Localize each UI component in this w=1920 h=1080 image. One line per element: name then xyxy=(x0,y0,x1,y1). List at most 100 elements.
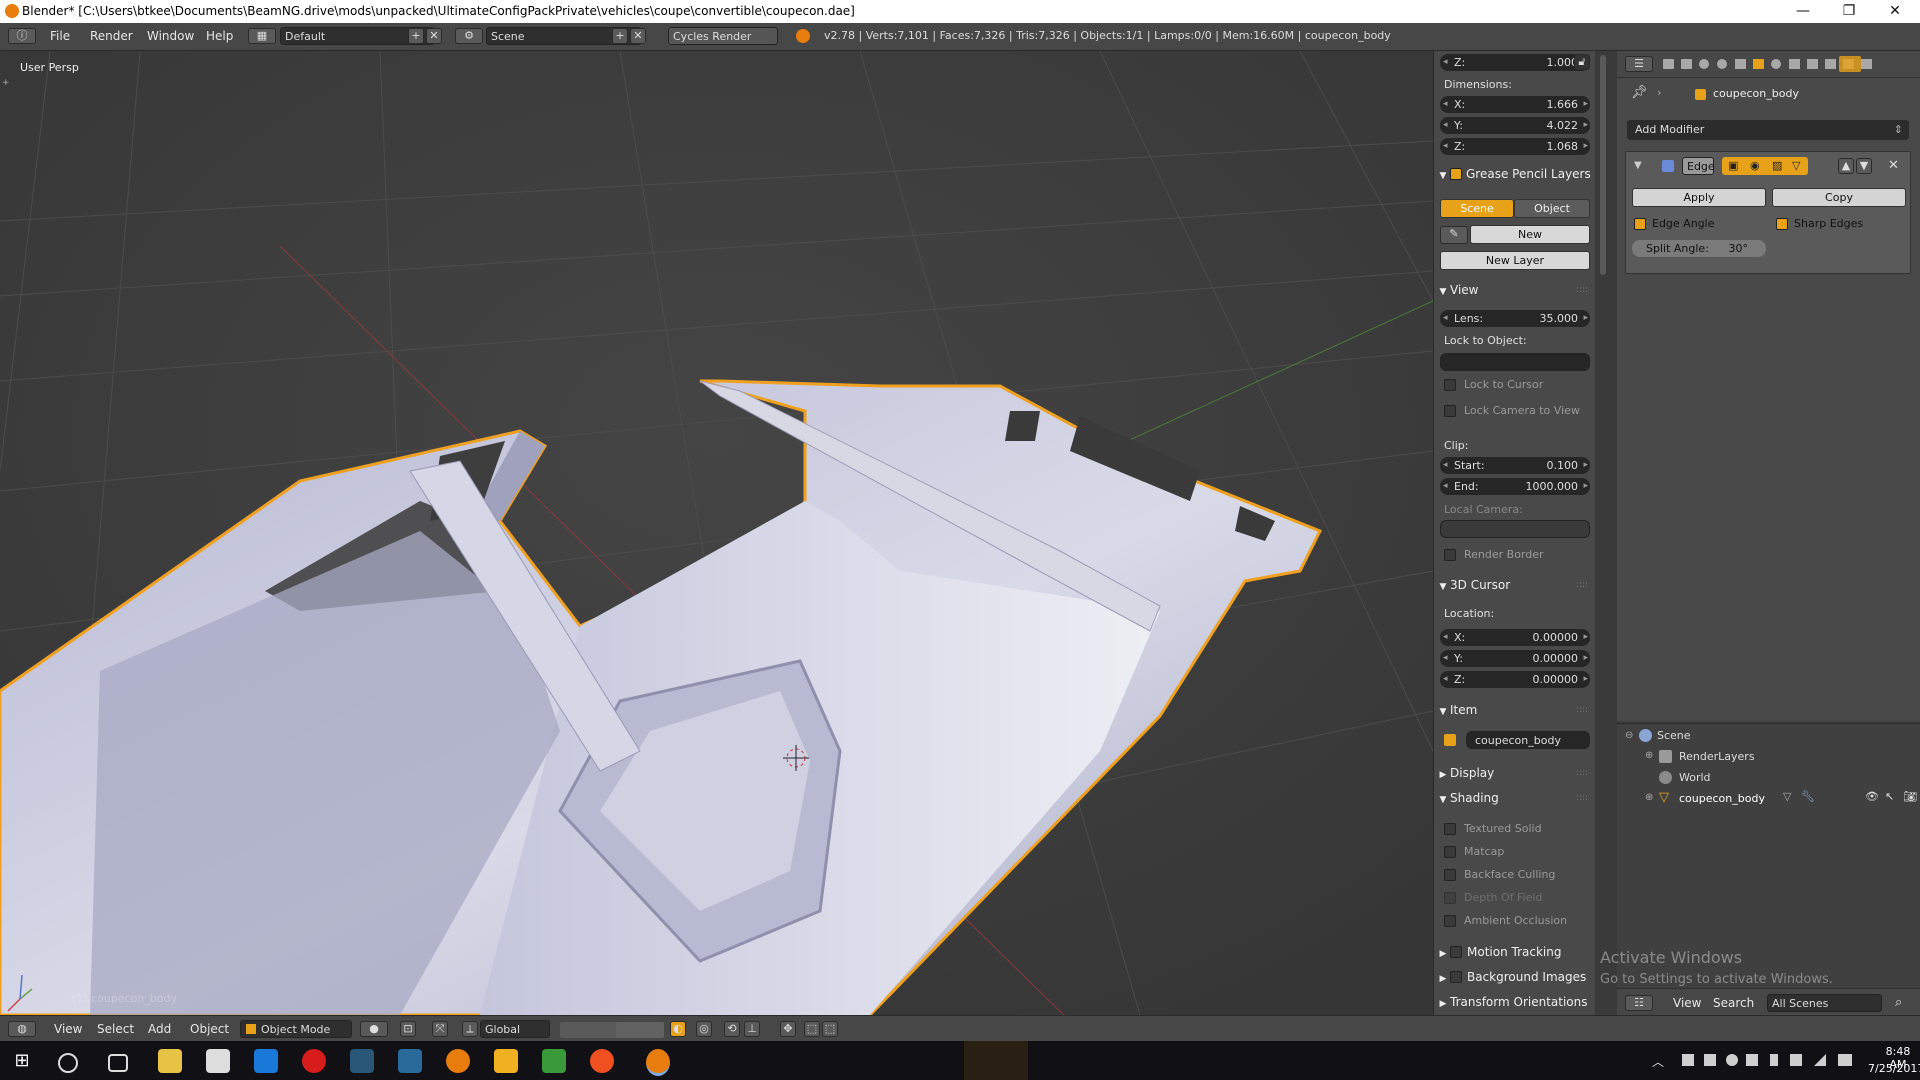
edge-angle-checkbox[interactable] xyxy=(1634,218,1646,230)
cursor-y-field[interactable]: Y:0.00000 xyxy=(1440,650,1590,667)
ambient-occlusion-checkbox[interactable] xyxy=(1444,915,1456,927)
background-images-panel-header[interactable]: ▶ Background Images xyxy=(1436,967,1594,987)
depth-of-field-checkbox[interactable] xyxy=(1444,892,1456,904)
menu-render[interactable]: Render xyxy=(90,29,133,43)
screen-layout-icon[interactable]: ▦ xyxy=(248,28,276,44)
mesh-data-icon[interactable]: ▽ xyxy=(1783,790,1791,803)
store-icon[interactable] xyxy=(206,1049,230,1073)
selectable-cursor-icon[interactable]: ↖ xyxy=(1885,790,1894,803)
pin-icon[interactable]: 📌︎ xyxy=(1631,85,1648,100)
dimension-y-field[interactable]: Y:4.022 xyxy=(1440,117,1590,134)
display-panel-header[interactable]: ▶ Display:::: xyxy=(1436,763,1594,783)
copy-button[interactable]: Copy xyxy=(1772,188,1906,207)
layers-grid-icon[interactable] xyxy=(616,1022,664,1038)
outliner-filter-select[interactable]: All Scenes xyxy=(1767,994,1882,1012)
render-preview-icon[interactable]: ⬚ xyxy=(804,1021,820,1037)
dimension-x-field[interactable]: X:1.666 xyxy=(1440,96,1590,113)
blender-active-icon[interactable] xyxy=(646,1049,670,1076)
transform-icon[interactable]: ⟂ xyxy=(462,1021,478,1037)
motion-tracking-panel-header[interactable]: ▶ Motion Tracking xyxy=(1436,942,1594,962)
grease-pencil-new-button[interactable]: New xyxy=(1470,225,1590,244)
scene-icon[interactable]: ⚙ xyxy=(455,28,483,44)
menu-add[interactable]: Add xyxy=(148,1022,171,1036)
minimize-button[interactable]: — xyxy=(1780,0,1826,23)
menu-window[interactable]: Window xyxy=(147,29,194,43)
remove-modifier-icon[interactable]: ✕ xyxy=(1888,158,1899,173)
render-animation-icon[interactable]: ⬚ xyxy=(822,1021,838,1037)
close-window-button[interactable]: ✕ xyxy=(1872,0,1918,23)
sharp-edges-checkbox[interactable] xyxy=(1776,218,1788,230)
snap-element-icon[interactable]: ⊥ xyxy=(744,1021,760,1037)
mode-select[interactable]: Object Mode xyxy=(240,1020,352,1038)
editmode-toggle-icon[interactable]: ▨ xyxy=(1772,159,1782,172)
expand-renderlayers-icon[interactable]: ⊕ xyxy=(1645,750,1653,761)
add-layout-icon[interactable]: + xyxy=(408,28,424,44)
expand-scene-icon[interactable]: ⊖ xyxy=(1625,730,1633,741)
manipulator-icon[interactable]: ⤧ xyxy=(432,1021,448,1037)
lens-field[interactable]: Lens:35.000 xyxy=(1440,310,1590,327)
menu-view[interactable]: View xyxy=(54,1022,82,1036)
tray-chevron-icon[interactable]: ︿ xyxy=(1652,1053,1664,1070)
modifier-wrench-icon[interactable]: 🔧︎ xyxy=(1801,790,1815,803)
collapse-modifier-icon[interactable]: ▼ xyxy=(1634,160,1642,171)
notepad-icon[interactable] xyxy=(542,1049,566,1073)
transform-orientations-panel-header[interactable]: ▶ Transform Orientations xyxy=(1436,992,1594,1012)
grease-pencil-checkbox[interactable] xyxy=(1450,168,1462,180)
outliner-search-menu[interactable]: Search xyxy=(1713,996,1754,1010)
edge-browser-icon[interactable] xyxy=(254,1049,278,1073)
textured-solid-checkbox[interactable] xyxy=(1444,823,1456,835)
backface-culling-checkbox[interactable] xyxy=(1444,869,1456,881)
split-angle-field[interactable]: Split Angle: 30° xyxy=(1632,240,1766,257)
scale-z-field[interactable]: Z:1.000 xyxy=(1440,54,1590,71)
origin-icon[interactable] xyxy=(590,1049,614,1073)
view-panel-header[interactable]: ▼ View:::: xyxy=(1436,280,1594,300)
taskbar-date[interactable]: 7/25/2017 xyxy=(1868,1062,1920,1075)
outliner-world[interactable]: World xyxy=(1679,771,1711,784)
viewport-scene[interactable] xyxy=(0,51,1433,1015)
file-explorer-icon[interactable] xyxy=(158,1049,182,1073)
viewport-shading-icon[interactable]: ● xyxy=(360,1021,388,1037)
render-toggle-icon[interactable]: ▣ xyxy=(1728,159,1738,172)
menu-file[interactable]: File xyxy=(50,29,70,43)
pencil-icon[interactable]: ✎ xyxy=(1440,226,1468,244)
steam-icon[interactable] xyxy=(350,1049,374,1073)
modifier-visibility-toggles[interactable]: ▣ ◉ ▨ ▽ xyxy=(1722,157,1808,175)
cortana-icon[interactable] xyxy=(58,1053,78,1073)
cursor-z-field[interactable]: Z:0.00000 xyxy=(1440,671,1590,688)
remove-layout-icon[interactable]: ✕ xyxy=(426,28,442,44)
cage-toggle-icon[interactable]: ▽ xyxy=(1792,159,1800,172)
lock-camera-checkbox[interactable] xyxy=(1444,405,1456,417)
visibility-eye-icon[interactable]: 👁︎ xyxy=(1865,790,1879,803)
viewport-eye-icon[interactable]: ◉ xyxy=(1750,159,1760,172)
outliner-renderlayers[interactable]: RenderLayers xyxy=(1679,750,1755,763)
add-modifier-dropdown[interactable]: Add Modifier ⇕ xyxy=(1627,120,1909,140)
properties-editor-type-icon[interactable]: ☰ xyxy=(1625,56,1653,72)
3d-viewport[interactable]: User Persp (1) coupecon_body + xyxy=(0,51,1433,1015)
apply-button[interactable]: Apply xyxy=(1632,188,1766,207)
lock-to-object-field[interactable] xyxy=(1440,353,1590,371)
snap-icon[interactable]: ⟲ xyxy=(724,1021,740,1037)
system-tray-icons[interactable] xyxy=(1680,1051,1860,1069)
orientation-select[interactable]: Global xyxy=(480,1020,550,1038)
media-icon[interactable] xyxy=(494,1049,518,1073)
snap-target-icon[interactable]: ✥ xyxy=(780,1021,796,1037)
panel-scrollbar[interactable] xyxy=(1595,51,1617,1015)
maximize-button[interactable]: ❐ xyxy=(1826,0,1872,23)
app-icon[interactable] xyxy=(398,1049,422,1073)
3d-cursor-panel-header[interactable]: ▼ 3D Cursor:::: xyxy=(1436,575,1594,595)
new-layer-button[interactable]: New Layer xyxy=(1440,251,1590,270)
modifier-name-field[interactable]: Edge xyxy=(1682,157,1715,175)
cursor-x-field[interactable]: X:0.00000 xyxy=(1440,629,1590,646)
lock-to-cursor-checkbox[interactable] xyxy=(1444,379,1456,391)
menu-select[interactable]: Select xyxy=(97,1022,134,1036)
lock-layers-icon[interactable]: ◐ xyxy=(670,1021,686,1037)
outliner-editor-type-icon[interactable]: ☷ xyxy=(1625,995,1653,1011)
3d-view-editor-icon[interactable]: ◍ xyxy=(8,1021,36,1037)
grease-pencil-object-tab[interactable]: Object xyxy=(1514,199,1590,218)
outliner-search-icon[interactable]: ⌕ xyxy=(1895,995,1902,1010)
lock-icon[interactable]: 🔓︎ xyxy=(1574,54,1590,70)
remove-scene-icon[interactable]: ✕ xyxy=(630,28,646,44)
grease-pencil-scene-tab[interactable]: Scene xyxy=(1440,199,1514,218)
toolshelf-toggle-icon[interactable]: + xyxy=(2,78,10,88)
outliner-view-menu[interactable]: View xyxy=(1673,996,1701,1010)
